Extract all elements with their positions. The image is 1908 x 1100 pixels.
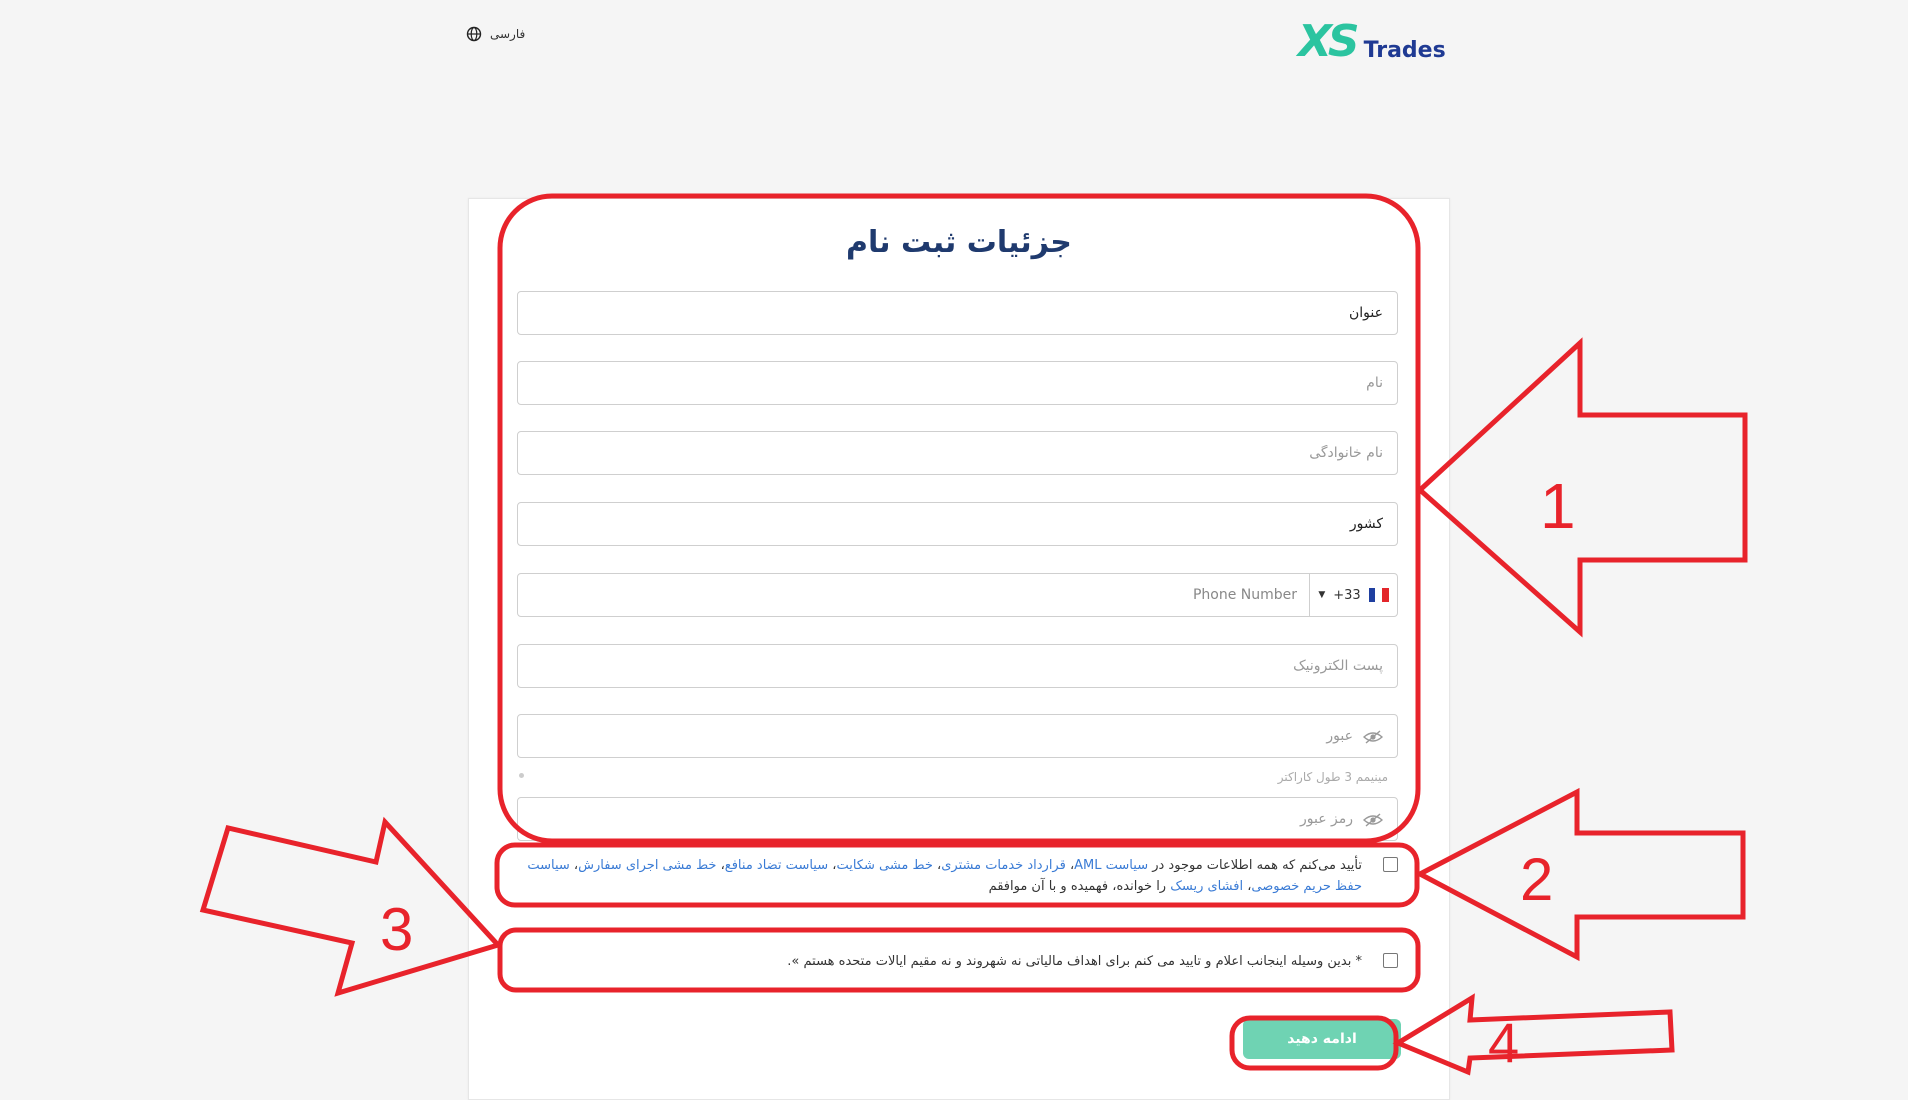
hint-bullet <box>519 773 524 778</box>
password-hint-text: مینیمم 3 طول کاراکتر <box>1277 770 1388 784</box>
email-input[interactable] <box>518 645 1397 687</box>
password-field[interactable] <box>517 714 1398 758</box>
terms-text: تأیید می‌کنم که همه اطلاعات موجود در سیا… <box>527 858 1362 894</box>
customer-agreement-link[interactable]: قرارداد خدمات مشتری <box>941 858 1066 873</box>
france-flag-icon <box>1368 588 1389 602</box>
aml-policy-link[interactable]: سیاست AML <box>1074 858 1148 873</box>
terms-checkbox[interactable] <box>1383 857 1398 872</box>
page-title: جزئیات ثبت نام <box>846 225 1072 260</box>
title-input[interactable] <box>518 292 1397 334</box>
confirm-password-input[interactable] <box>518 798 1397 840</box>
eye-slash-icon[interactable] <box>1363 729 1383 745</box>
annotation-label-2: 2 <box>1520 846 1553 913</box>
confirm-password-field[interactable] <box>517 797 1398 841</box>
phone-field[interactable]: ▼ +33 <box>517 573 1398 617</box>
first-name-input[interactable] <box>518 362 1397 404</box>
chevron-down-icon: ▼ <box>1318 590 1326 600</box>
first-name-field[interactable] <box>517 361 1398 405</box>
country-select[interactable] <box>517 502 1398 546</box>
us-declaration-row: * بدین وسیله اینجانب اعلام و تایید می کن… <box>517 951 1398 972</box>
terms-prefix: تأیید می‌کنم که همه اطلاعات موجود در <box>1152 858 1362 873</box>
annotation-arrow-1 <box>1416 337 1748 638</box>
annotation-label-4: 4 <box>1488 1011 1519 1074</box>
country-code-selector[interactable]: ▼ +33 <box>1309 574 1397 616</box>
risk-disclosure-link[interactable]: افشای ریسک <box>1170 879 1243 894</box>
terms-consent-row: تأیید می‌کنم که همه اطلاعات موجود در سیا… <box>517 855 1398 897</box>
globe-icon <box>466 26 482 42</box>
annotation-arrow-3 <box>199 816 503 997</box>
country-code: +33 <box>1333 587 1361 603</box>
annotation-label-1: 1 <box>1540 470 1576 542</box>
us-declaration-text: * بدین وسیله اینجانب اعلام و تایید می کن… <box>787 954 1362 969</box>
last-name-input[interactable] <box>518 432 1397 474</box>
annotation-arrow-2 <box>1414 787 1746 962</box>
xs-trades-logo[interactable]: XS Trades <box>1298 20 1446 64</box>
language-label: فارسی <box>490 27 526 41</box>
terms-suffix: را خوانده، فهمیده و با آن موافقم <box>988 879 1167 894</box>
country-input[interactable] <box>518 503 1397 545</box>
annotation-label-3: 3 <box>380 896 413 963</box>
password-hint: مینیمم 3 طول کاراکتر <box>517 770 1398 784</box>
logo-xs: XS <box>1298 16 1360 67</box>
phone-input[interactable] <box>518 574 1309 616</box>
order-execution-link[interactable]: خط مشی اجرای سفارش <box>578 858 716 873</box>
complaints-policy-link[interactable]: خط مشی شکایت <box>836 858 932 873</box>
registration-card: جزئیات ثبت نام ▼ +33 مینیمم <box>468 198 1450 1100</box>
password-input[interactable] <box>518 715 1397 757</box>
us-declaration-checkbox[interactable] <box>1383 953 1398 968</box>
title-select[interactable] <box>517 291 1398 335</box>
email-field[interactable] <box>517 644 1398 688</box>
last-name-field[interactable] <box>517 431 1398 475</box>
language-selector[interactable]: فارسی <box>466 26 525 42</box>
logo-trades: Trades <box>1363 38 1446 63</box>
eye-slash-icon[interactable] <box>1363 812 1383 828</box>
conflict-interest-link[interactable]: سیاست تضاد منافع <box>725 858 828 873</box>
continue-button[interactable]: ادامه دهید <box>1243 1019 1401 1059</box>
